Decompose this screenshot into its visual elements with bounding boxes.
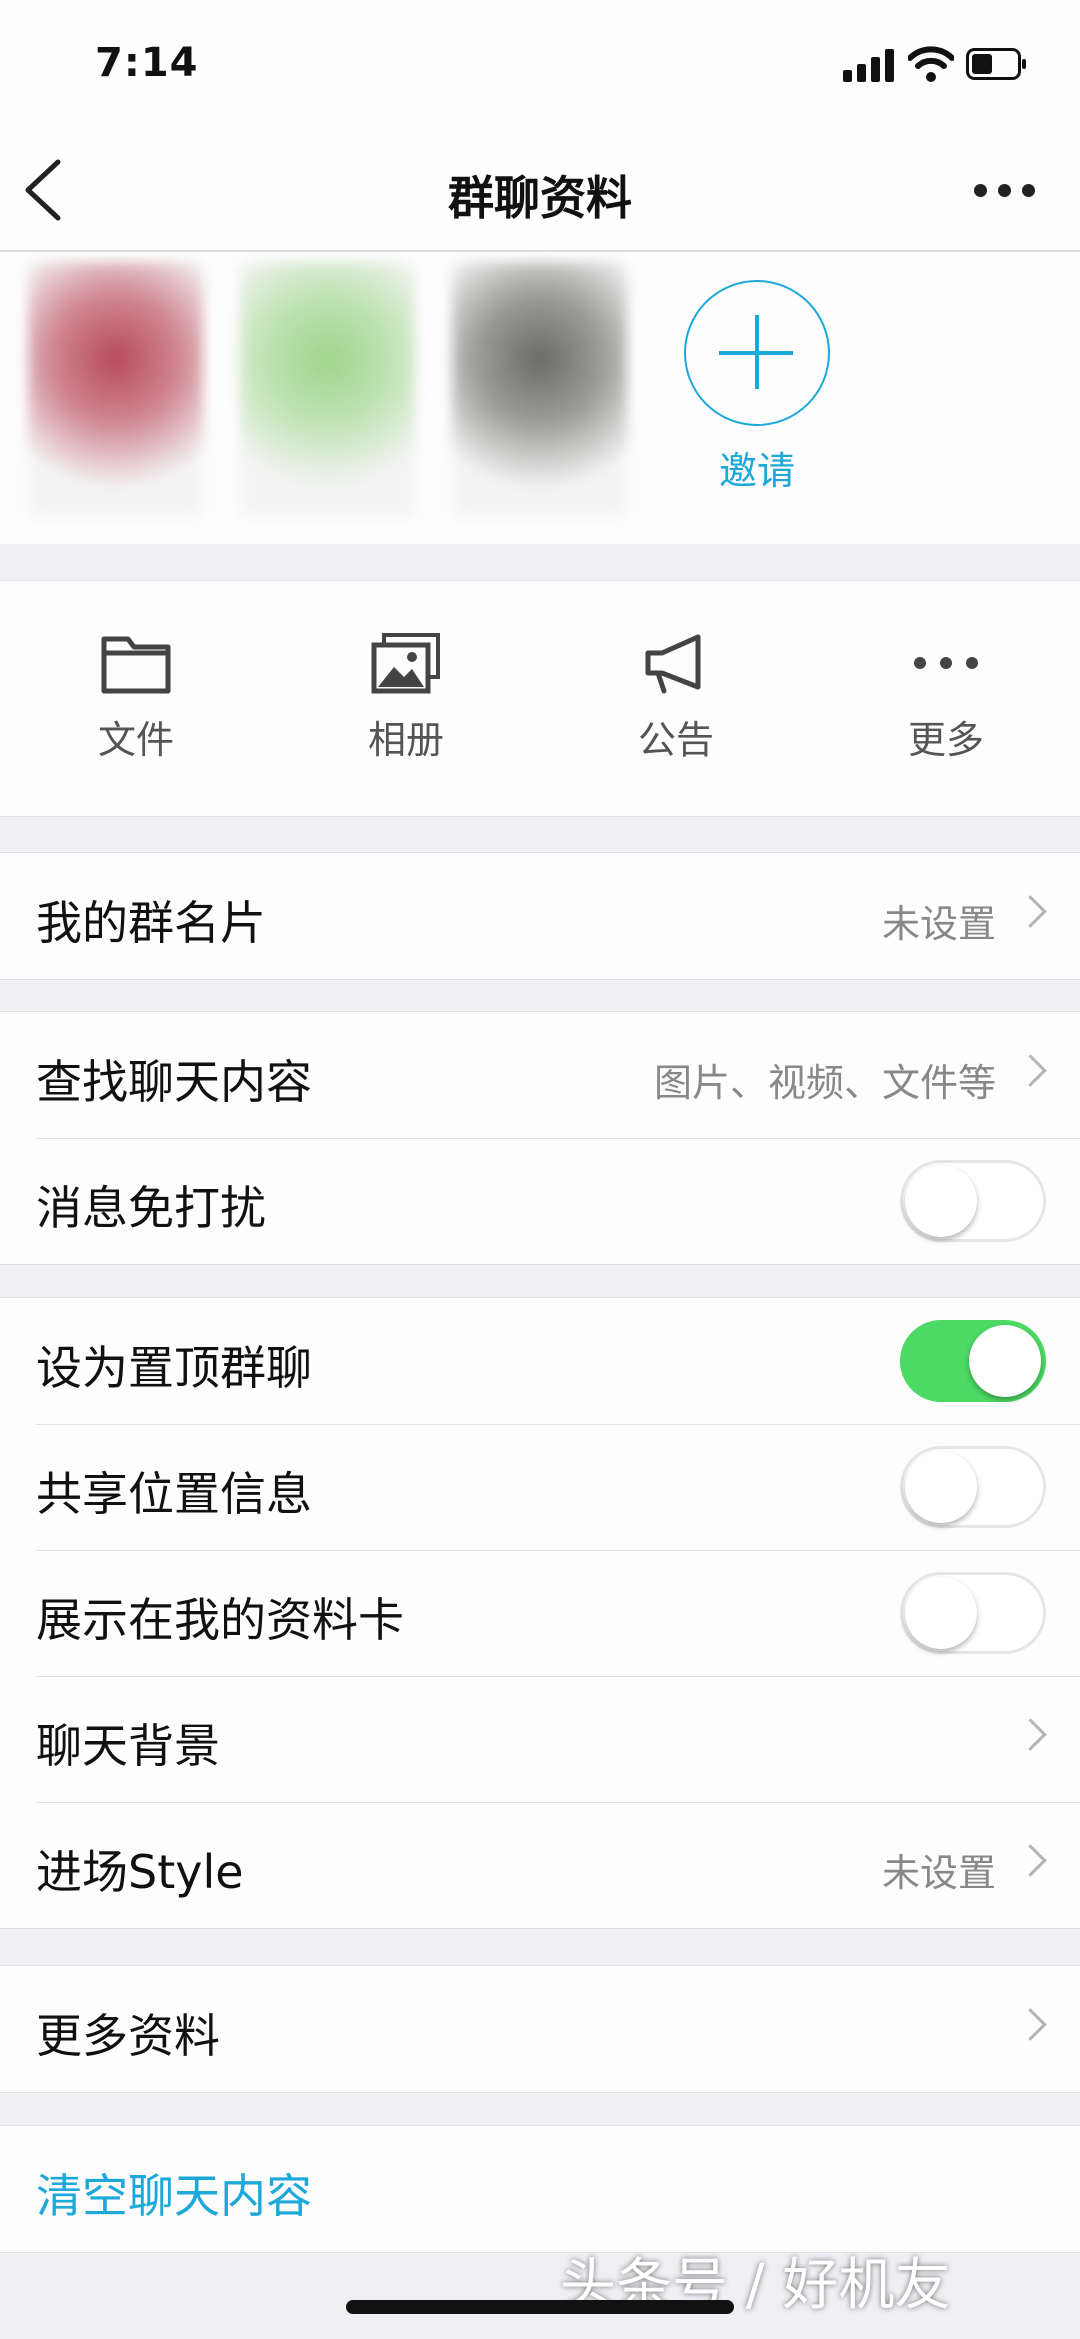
- settings-group-options: 设为置顶群聊 共享位置信息 展示在我的资料卡 聊天背景 进场Style 未设置: [0, 1297, 1080, 1929]
- row-value: 未设置: [881, 1851, 996, 1895]
- folder-icon: [101, 636, 171, 694]
- row-label: 共享位置信息: [36, 1467, 312, 1521]
- album-button[interactable]: 相册: [306, 631, 506, 764]
- member-avatar[interactable]: [28, 262, 203, 517]
- row-value: 图片、视频、文件等: [653, 1061, 996, 1105]
- wifi-icon: [908, 46, 954, 82]
- pin-chat-row: 设为置顶群聊: [0, 1298, 1080, 1424]
- member-avatar[interactable]: [452, 262, 627, 517]
- mute-toggle[interactable]: [900, 1160, 1046, 1242]
- chevron-right-icon: [1014, 1718, 1047, 1751]
- settings-group-clear: 清空聊天内容: [0, 2125, 1080, 2253]
- more-dots-icon: [914, 657, 978, 669]
- clear-chat-label: 清空聊天内容: [36, 2169, 312, 2223]
- cellular-signal-icon: [843, 48, 897, 82]
- share-location-toggle[interactable]: [900, 1446, 1046, 1528]
- settings-group-card: 我的群名片 未设置: [0, 852, 1080, 980]
- chevron-right-icon: [1014, 895, 1047, 928]
- clear-chat-row[interactable]: 清空聊天内容: [0, 2126, 1080, 2252]
- chevron-right-icon: [1014, 2008, 1047, 2041]
- row-label: 设为置顶群聊: [36, 1341, 312, 1395]
- row-label: 进场Style: [36, 1845, 244, 1899]
- search-chat-content-row[interactable]: 查找聊天内容 图片、视频、文件等: [0, 1012, 1080, 1138]
- announcement-label: 公告: [637, 718, 714, 762]
- files-button[interactable]: 文件: [36, 631, 236, 764]
- status-time: 7:14: [95, 40, 199, 86]
- toggle-knob: [905, 1165, 977, 1237]
- nav-bar: 群聊资料: [0, 130, 1080, 252]
- group-actions: 文件 相册 公告 更多: [0, 580, 1080, 817]
- plus-icon: [684, 280, 830, 426]
- row-label: 消息免打扰: [36, 1181, 266, 1235]
- row-label: 查找聊天内容: [36, 1055, 312, 1109]
- pin-chat-toggle[interactable]: [900, 1320, 1046, 1402]
- battery-icon: [966, 48, 1026, 80]
- member-list: 邀请: [0, 252, 1080, 544]
- announcement-button[interactable]: 公告: [576, 631, 776, 764]
- row-label: 聊天背景: [36, 1719, 220, 1773]
- entrance-style-row[interactable]: 进场Style 未设置: [0, 1802, 1080, 1928]
- megaphone-icon: [645, 634, 701, 694]
- invite-button[interactable]: 邀请: [683, 280, 831, 495]
- chevron-right-icon: [1014, 1844, 1047, 1877]
- show-on-profile-toggle[interactable]: [900, 1572, 1046, 1654]
- invite-label: 邀请: [718, 449, 795, 493]
- toggle-knob: [905, 1577, 977, 1649]
- more-info-row[interactable]: 更多资料: [0, 1966, 1080, 2092]
- mute-notifications-row: 消息免打扰: [0, 1138, 1080, 1264]
- row-label: 我的群名片: [36, 896, 266, 950]
- show-on-profile-row: 展示在我的资料卡: [0, 1550, 1080, 1676]
- photo-album-icon: [371, 633, 440, 694]
- row-label: 更多资料: [36, 2009, 220, 2063]
- files-label: 文件: [97, 718, 174, 762]
- member-avatar[interactable]: [240, 262, 415, 517]
- status-bar: 7:14: [0, 0, 1080, 130]
- settings-group-chat: 查找聊天内容 图片、视频、文件等 消息免打扰: [0, 1011, 1080, 1265]
- album-label: 相册: [367, 718, 444, 762]
- share-location-row: 共享位置信息: [0, 1424, 1080, 1550]
- chat-background-row[interactable]: 聊天背景: [0, 1676, 1080, 1802]
- chevron-right-icon: [1014, 1054, 1047, 1087]
- more-label: 更多: [907, 718, 984, 762]
- row-value: 未设置: [881, 902, 996, 946]
- more-options-icon[interactable]: [970, 170, 1040, 210]
- home-indicator[interactable]: [346, 2300, 734, 2314]
- row-label: 展示在我的资料卡: [36, 1593, 404, 1647]
- toggle-knob: [905, 1451, 977, 1523]
- page-title: 群聊资料: [448, 171, 632, 225]
- toggle-knob: [969, 1325, 1041, 1397]
- more-button[interactable]: 更多: [846, 631, 1046, 764]
- my-group-card-row[interactable]: 我的群名片 未设置: [0, 853, 1080, 979]
- settings-group-more: 更多资料: [0, 1965, 1080, 2093]
